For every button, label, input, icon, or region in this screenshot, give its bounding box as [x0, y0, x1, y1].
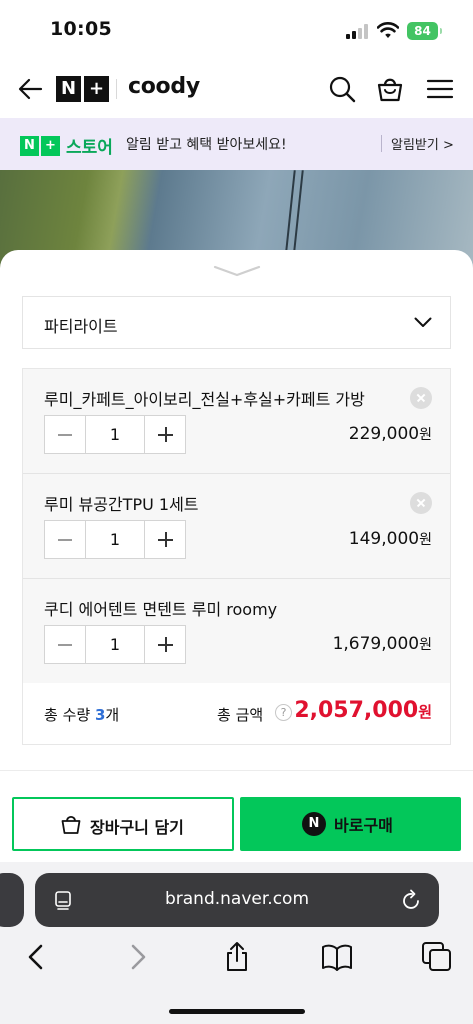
browser-back-icon[interactable]	[21, 941, 53, 973]
battery-icon: 84	[407, 22, 442, 40]
quantity-value[interactable]: 1	[85, 626, 145, 663]
shopping-bag-icon	[61, 815, 81, 834]
total-amount: 2,057,000원	[294, 698, 432, 723]
store-logo-plus: +	[41, 135, 60, 156]
option-select-dropdown[interactable]: 파티라이트	[22, 297, 451, 349]
brand-name[interactable]: coody	[128, 74, 200, 99]
add-to-cart-button[interactable]: 장바구니 담기	[12, 797, 234, 851]
reload-icon[interactable]	[402, 889, 422, 911]
add-to-cart-label: 장바구니 담기	[90, 818, 184, 837]
sheet-collapse-handle-icon[interactable]	[213, 262, 261, 280]
item-price-value: 229,000	[348, 424, 420, 444]
browser-forward-icon[interactable]	[122, 941, 154, 973]
logo-divider	[116, 79, 117, 99]
total-quantity-unit: 개	[105, 706, 120, 724]
logo-plus: +	[84, 76, 109, 102]
address-bar[interactable]: brand.naver.com	[35, 873, 439, 927]
share-icon[interactable]	[221, 941, 253, 973]
order-totals: 총 수량 3개 총 금액 ? 2,057,000원	[23, 683, 450, 744]
quantity-value[interactable]: 1	[85, 521, 145, 558]
increase-quantity-button[interactable]	[145, 521, 185, 558]
chevron-down-icon	[414, 317, 432, 327]
help-icon[interactable]: ?	[275, 704, 292, 721]
increase-quantity-button[interactable]	[145, 416, 185, 453]
buy-now-label: 바로구매	[334, 816, 393, 835]
buy-now-button[interactable]: N 바로구매	[240, 797, 461, 851]
item-name: 루미_카페트_아이보리_전실+후실+카페트 가방	[44, 390, 365, 409]
option-select-value: 파티라이트	[44, 317, 118, 336]
purchase-option-sheet: 파티라이트 루미_카페트_아이보리_전실+후실+카페트 가방 1 229,000…	[0, 250, 473, 771]
item-name: 쿠디 에어텐트 면텐트 루미 roomy	[44, 600, 278, 619]
list-item: 루미 뷰공간TPU 1세트 1 149,000원	[23, 474, 450, 579]
browser-toolbar: brand.naver.com	[0, 862, 473, 1024]
store-logo-text: 스토어	[66, 138, 113, 158]
notification-subscribe-link[interactable]: 알림받기 >	[391, 134, 454, 153]
store-logo-n: N	[20, 135, 39, 156]
item-price-value: 1,679,000	[332, 634, 420, 654]
total-amount-value: 2,057,000	[294, 698, 419, 723]
increase-quantity-button[interactable]	[145, 626, 185, 663]
item-price: 1,679,000원	[333, 634, 432, 654]
tabs-icon[interactable]	[421, 941, 453, 973]
naver-plus-store-logo: N + 스토어	[20, 133, 113, 158]
remove-item-button[interactable]	[410, 492, 432, 514]
status-time: 10:05	[50, 18, 112, 40]
total-quantity-value: 3	[94, 706, 106, 724]
item-price-unit: 원	[419, 532, 432, 548]
naver-plus-logo[interactable]: N +	[56, 76, 109, 102]
quantity-stepper: 1	[44, 625, 186, 664]
total-quantity: 총 수량 3개	[44, 704, 119, 725]
previous-tab-peek[interactable]	[0, 873, 24, 927]
total-amount-unit: 원	[418, 703, 432, 721]
selected-items-list: 루미_카페트_아이보리_전실+후실+카페트 가방 1 229,000원 루미 뷰…	[22, 368, 451, 745]
remove-item-button[interactable]	[410, 387, 432, 409]
item-price: 229,000원	[349, 424, 432, 444]
store-header: N + coody	[0, 62, 473, 118]
item-price-unit: 원	[419, 637, 432, 653]
notification-banner: N + 스토어 알림 받고 혜택 받아보세요! 알림받기 >	[0, 118, 473, 170]
search-icon[interactable]	[327, 74, 357, 104]
item-name: 루미 뷰공간TPU 1세트	[44, 495, 199, 514]
url-text: brand.naver.com	[164, 889, 310, 909]
total-quantity-label: 총 수량	[44, 706, 91, 724]
total-amount-label: 총 금액	[217, 706, 264, 724]
logo-n: N	[56, 76, 81, 102]
shopping-bag-icon[interactable]	[375, 74, 405, 104]
item-price: 149,000원	[349, 529, 432, 549]
back-arrow-icon[interactable]	[16, 74, 46, 104]
status-bar: 10:05 84	[0, 0, 473, 62]
decrease-quantity-button[interactable]	[45, 521, 85, 558]
quantity-value[interactable]: 1	[85, 416, 145, 453]
quantity-stepper: 1	[44, 415, 186, 454]
cellular-signal-icon	[346, 24, 370, 39]
list-item: 쿠디 에어텐트 면텐트 루미 roomy 1 1,679,000원	[23, 579, 450, 684]
purchase-action-bar: 장바구니 담기 N 바로구매	[0, 770, 473, 870]
banner-divider	[381, 135, 382, 152]
home-indicator	[169, 1009, 305, 1014]
decrease-quantity-button[interactable]	[45, 416, 85, 453]
quantity-stepper: 1	[44, 520, 186, 559]
list-item: 루미_카페트_아이보리_전실+후실+카페트 가방 1 229,000원	[23, 369, 450, 474]
naver-pay-icon: N	[302, 812, 326, 836]
wifi-icon	[377, 22, 399, 38]
bookmarks-icon[interactable]	[321, 941, 353, 973]
item-price-unit: 원	[419, 427, 432, 443]
hamburger-menu-icon[interactable]	[425, 74, 455, 104]
decrease-quantity-button[interactable]	[45, 626, 85, 663]
banner-message: 알림 받고 혜택 받아보세요!	[126, 137, 287, 153]
item-price-value: 149,000	[348, 529, 420, 549]
